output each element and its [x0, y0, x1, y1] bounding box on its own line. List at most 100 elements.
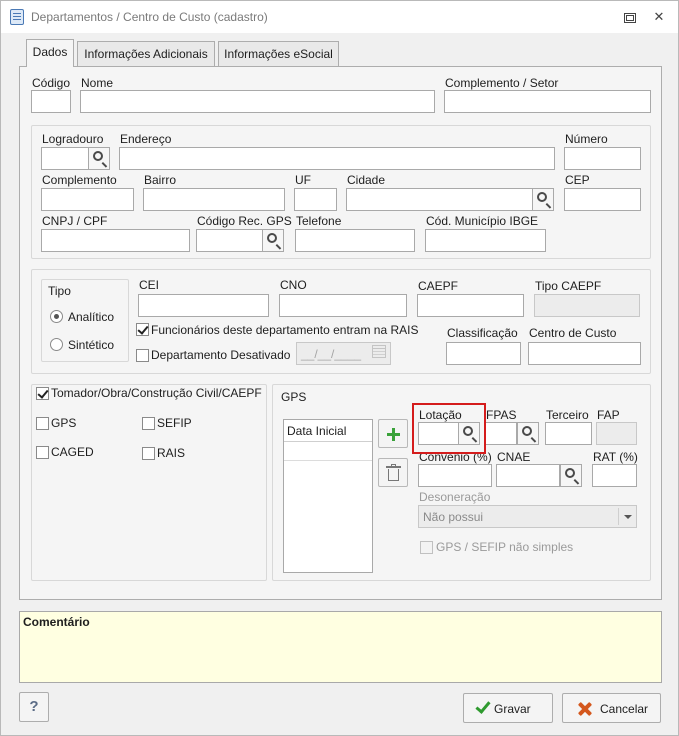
cidade-input[interactable]: [346, 188, 534, 211]
convenio-input[interactable]: [418, 464, 492, 487]
desativado-checkbox[interactable]: [136, 349, 149, 362]
centro-de-custo-label: Centro de Custo: [529, 326, 617, 340]
cnae-label: CNAE: [497, 450, 531, 464]
tipo-legend: Tipo: [48, 284, 71, 298]
fpas-search-button[interactable]: [517, 422, 539, 445]
numero-label: Número: [565, 132, 608, 146]
gps-checkbox[interactable]: [36, 417, 49, 430]
data-desativacao-mask: __/__/____: [301, 347, 362, 361]
desoneracao-select[interactable]: Não possui: [418, 505, 637, 528]
delete-button[interactable]: [378, 458, 408, 487]
gps-checkbox-label: GPS: [51, 416, 77, 430]
cancel-icon: [577, 701, 593, 717]
table-row[interactable]: [284, 442, 372, 461]
search-icon: [93, 151, 103, 161]
uf-label: UF: [295, 173, 311, 187]
centro-de-custo-input[interactable]: [528, 342, 641, 365]
numero-input[interactable]: [564, 147, 641, 170]
cancel-button[interactable]: Cancelar: [562, 693, 661, 723]
add-button[interactable]: [378, 419, 408, 448]
fap-label: FAP: [597, 408, 620, 422]
calendar-icon[interactable]: [372, 345, 386, 358]
check-icon: [476, 703, 489, 713]
form-icon: [10, 9, 24, 25]
rat-label: RAT (%): [593, 450, 638, 464]
cidade-label: Cidade: [347, 173, 386, 187]
tipo-caepf-select[interactable]: [534, 294, 640, 317]
fpas-input[interactable]: [485, 422, 517, 445]
save-button[interactable]: Gravar: [463, 693, 553, 723]
close-icon[interactable]: ✕: [651, 9, 667, 25]
cno-input[interactable]: [279, 294, 407, 317]
search-icon: [522, 426, 532, 436]
terceiro-input[interactable]: [545, 422, 592, 445]
cnae-search-button[interactable]: [560, 464, 582, 487]
logradouro-search-button[interactable]: [88, 147, 110, 170]
caged-checkbox[interactable]: [36, 446, 49, 459]
terceiro-label: Terceiro: [546, 408, 589, 422]
cidade-search-button[interactable]: [532, 188, 554, 211]
radio-analitico[interactable]: [50, 310, 63, 323]
tab-informacoes-adicionais[interactable]: Informações Adicionais: [77, 41, 215, 66]
rais-option-checkbox-label: RAIS: [157, 446, 186, 460]
sefip-checkbox-label: SEFIP: [157, 416, 192, 430]
data-inicial-grid[interactable]: Data Inicial: [283, 419, 373, 573]
comentario-textarea[interactable]: Comentário: [19, 611, 662, 683]
codigo-rec-gps-search-button[interactable]: [262, 229, 284, 252]
cno-label: CNO: [280, 278, 307, 292]
cancel-button-label: Cancelar: [600, 702, 649, 716]
restore-icon[interactable]: [621, 9, 637, 25]
cnpj-cpf-input[interactable]: [41, 229, 190, 252]
gps-group-legend: GPS: [281, 390, 307, 404]
cep-label: CEP: [565, 173, 590, 187]
endereco-label: Endereço: [120, 132, 172, 146]
rais-option-checkbox[interactable]: [142, 447, 155, 460]
title-bar: Departamentos / Centro de Custo (cadastr…: [1, 1, 678, 33]
radio-analitico-label: Analítico: [68, 310, 115, 324]
codigo-rec-gps-input[interactable]: [196, 229, 264, 252]
caged-checkbox-label: CAGED: [51, 445, 94, 459]
radio-sintetico[interactable]: [50, 338, 63, 351]
codigo-rec-gps-label: Código Rec. GPS: [197, 214, 292, 228]
fap-input[interactable]: [596, 422, 637, 445]
logradouro-label: Logradouro: [42, 132, 104, 146]
save-button-label: Gravar: [494, 702, 531, 716]
complemento-setor-label: Complemento / Setor: [445, 76, 559, 90]
classificacao-input[interactable]: [446, 342, 521, 365]
desoneracao-label: Desoneração: [419, 490, 491, 504]
tab-informacoes-esocial[interactable]: Informações eSocial: [218, 41, 339, 66]
nome-input[interactable]: [80, 90, 435, 113]
desativado-checkbox-label: Departamento Desativado: [151, 348, 291, 362]
complemento-setor-input[interactable]: [444, 90, 651, 113]
telefone-input[interactable]: [295, 229, 415, 252]
cep-input[interactable]: [564, 188, 641, 211]
caepf-input[interactable]: [417, 294, 524, 317]
complemento-input[interactable]: [41, 188, 134, 211]
tomador-checkbox[interactable]: [36, 387, 49, 400]
cei-input[interactable]: [138, 294, 269, 317]
rais-checkbox[interactable]: [136, 323, 149, 336]
options-group: [31, 384, 267, 581]
dialog-window: Departamentos / Centro de Custo (cadastr…: [0, 0, 679, 736]
cnpj-cpf-label: CNPJ / CPF: [42, 214, 108, 228]
classificacao-label: Classificação: [447, 326, 518, 340]
bairro-input[interactable]: [143, 188, 285, 211]
tomador-checkbox-label: Tomador/Obra/Construção Civil/CAEPF: [51, 386, 262, 400]
cnae-input[interactable]: [496, 464, 560, 487]
rat-input[interactable]: [592, 464, 637, 487]
rais-checkbox-label: Funcionários deste departamento entram n…: [151, 323, 419, 337]
sefip-checkbox[interactable]: [142, 417, 155, 430]
codigo-input[interactable]: [31, 90, 71, 113]
cod-municipio-ibge-label: Cód. Município IBGE: [426, 214, 539, 228]
help-button[interactable]: ?: [19, 692, 49, 722]
gps-sefip-nao-simples-checkbox[interactable]: [420, 541, 433, 554]
uf-select[interactable]: [294, 188, 337, 211]
cod-municipio-ibge-input[interactable]: [425, 229, 546, 252]
grid-header-data-inicial: Data Inicial: [284, 420, 372, 442]
search-icon: [267, 233, 277, 243]
logradouro-input[interactable]: [41, 147, 89, 170]
tab-dados[interactable]: Dados: [26, 39, 74, 67]
bairro-label: Bairro: [144, 173, 177, 187]
codigo-label: Código: [32, 76, 71, 90]
endereco-input[interactable]: [119, 147, 555, 170]
